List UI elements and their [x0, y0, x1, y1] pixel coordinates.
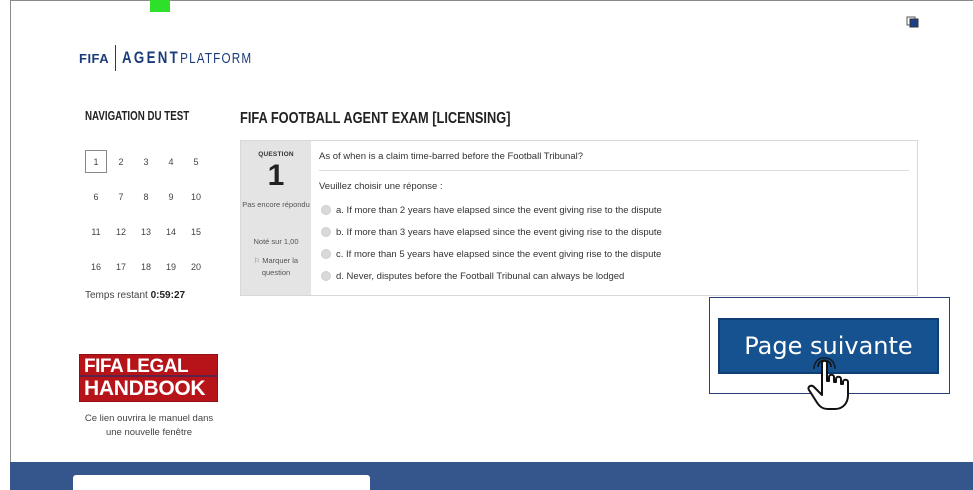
answer-option-b[interactable]: b. If more than 3 years have elapsed sin…: [321, 221, 662, 243]
footer-card: [73, 475, 370, 490]
answer-text-d: d. Never, disputes before the Football T…: [336, 270, 625, 282]
nav-question-15[interactable]: 15: [185, 220, 207, 243]
nav-question-18[interactable]: 18: [135, 255, 157, 278]
nav-question-16[interactable]: 16: [85, 255, 107, 278]
nav-question-6[interactable]: 6: [85, 185, 107, 208]
handbook-caption: Ce lien ouvrira le manuel dans une nouve…: [84, 413, 214, 438]
nav-question-9[interactable]: 9: [160, 185, 182, 208]
nav-question-8[interactable]: 8: [135, 185, 157, 208]
question-status: Pas encore répondu: [242, 200, 310, 209]
question-info-panel: QUESTION 1 Pas encore répondu Noté sur 1…: [241, 141, 311, 295]
fifa-agent-platform-logo[interactable]: FIFA AGENTPLATFORM: [79, 44, 289, 72]
nav-question-11[interactable]: 11: [85, 220, 107, 243]
handbook-legal-text: LEGAL: [126, 356, 189, 377]
nav-question-13[interactable]: 13: [135, 220, 157, 243]
logo-separator: [115, 45, 117, 71]
nav-question-1[interactable]: 1: [85, 150, 107, 173]
handbook-line1: FIFA LEGAL: [84, 356, 189, 378]
nav-title: NAVIGATION DU TEST: [85, 108, 190, 123]
question-divider: [319, 170, 909, 171]
question-text: As of when is a claim time-barred before…: [319, 151, 584, 162]
logo-agent-word: AGENT: [122, 48, 181, 67]
question-number: 1: [267, 159, 285, 192]
logo-agent-text: AGENTPLATFORM: [122, 48, 252, 68]
time-remaining: Temps restant 0:59:27: [85, 290, 185, 301]
radio-button-c[interactable]: [321, 249, 331, 259]
handbook-title-text: HANDBOOK: [84, 377, 206, 400]
answer-prompt: Veuillez choisir une réponse :: [319, 181, 443, 192]
answer-text-c: c. If more than 5 years have elapsed sin…: [336, 248, 662, 260]
answer-option-c[interactable]: c. If more than 5 years have elapsed sin…: [321, 243, 662, 265]
window-icon[interactable]: [906, 16, 919, 28]
fifa-legal-handbook-link[interactable]: FIFA LEGAL HANDBOOK: [79, 354, 218, 402]
question-label: QUESTION: [258, 151, 294, 158]
radio-button-a[interactable]: [321, 205, 331, 215]
time-label: Temps restant: [85, 290, 148, 301]
time-value: 0:59:27: [150, 290, 186, 301]
nav-question-7[interactable]: 7: [110, 185, 132, 208]
hand-pointer-icon: [807, 357, 849, 410]
logo-fifa-text: FIFA: [79, 50, 110, 66]
flag-question-label: Marquer la question: [261, 256, 299, 277]
nav-question-20[interactable]: 20: [185, 255, 207, 278]
question-navigation-grid: 1 2 3 4 5 6 7 8 9 10 11 12 13 14 15 16 1…: [85, 150, 210, 278]
answer-option-a[interactable]: a. If more than 2 years have elapsed sin…: [321, 199, 662, 221]
nav-question-3[interactable]: 3: [135, 150, 157, 173]
green-marker: [150, 0, 170, 12]
answer-option-d[interactable]: d. Never, disputes before the Football T…: [321, 265, 662, 287]
answer-text-a: a. If more than 2 years have elapsed sin…: [336, 204, 662, 216]
nav-question-10[interactable]: 10: [185, 185, 207, 208]
radio-button-b[interactable]: [321, 227, 331, 237]
question-score: Noté sur 1,00: [253, 237, 299, 246]
handbook-fifa-text: FIFA: [84, 356, 124, 377]
logo-platform-word: PLATFORM: [180, 50, 253, 67]
radio-button-d[interactable]: [321, 271, 331, 281]
nav-question-14[interactable]: 14: [160, 220, 182, 243]
nav-question-19[interactable]: 19: [160, 255, 182, 278]
question-card: QUESTION 1 Pas encore répondu Noté sur 1…: [240, 140, 918, 296]
nav-question-17[interactable]: 17: [110, 255, 132, 278]
nav-question-12[interactable]: 12: [110, 220, 132, 243]
nav-question-2[interactable]: 2: [110, 150, 132, 173]
answer-text-b: b. If more than 3 years have elapsed sin…: [336, 226, 662, 238]
flag-question-link[interactable]: ⚐ Marquer la question: [245, 255, 307, 278]
answer-list: a. If more than 2 years have elapsed sin…: [321, 199, 662, 287]
nav-question-4[interactable]: 4: [160, 150, 182, 173]
exam-title: FIFA FOOTBALL AGENT EXAM [LICENSING]: [240, 110, 511, 127]
flag-icon: ⚐: [253, 258, 261, 265]
nav-question-5[interactable]: 5: [185, 150, 207, 173]
